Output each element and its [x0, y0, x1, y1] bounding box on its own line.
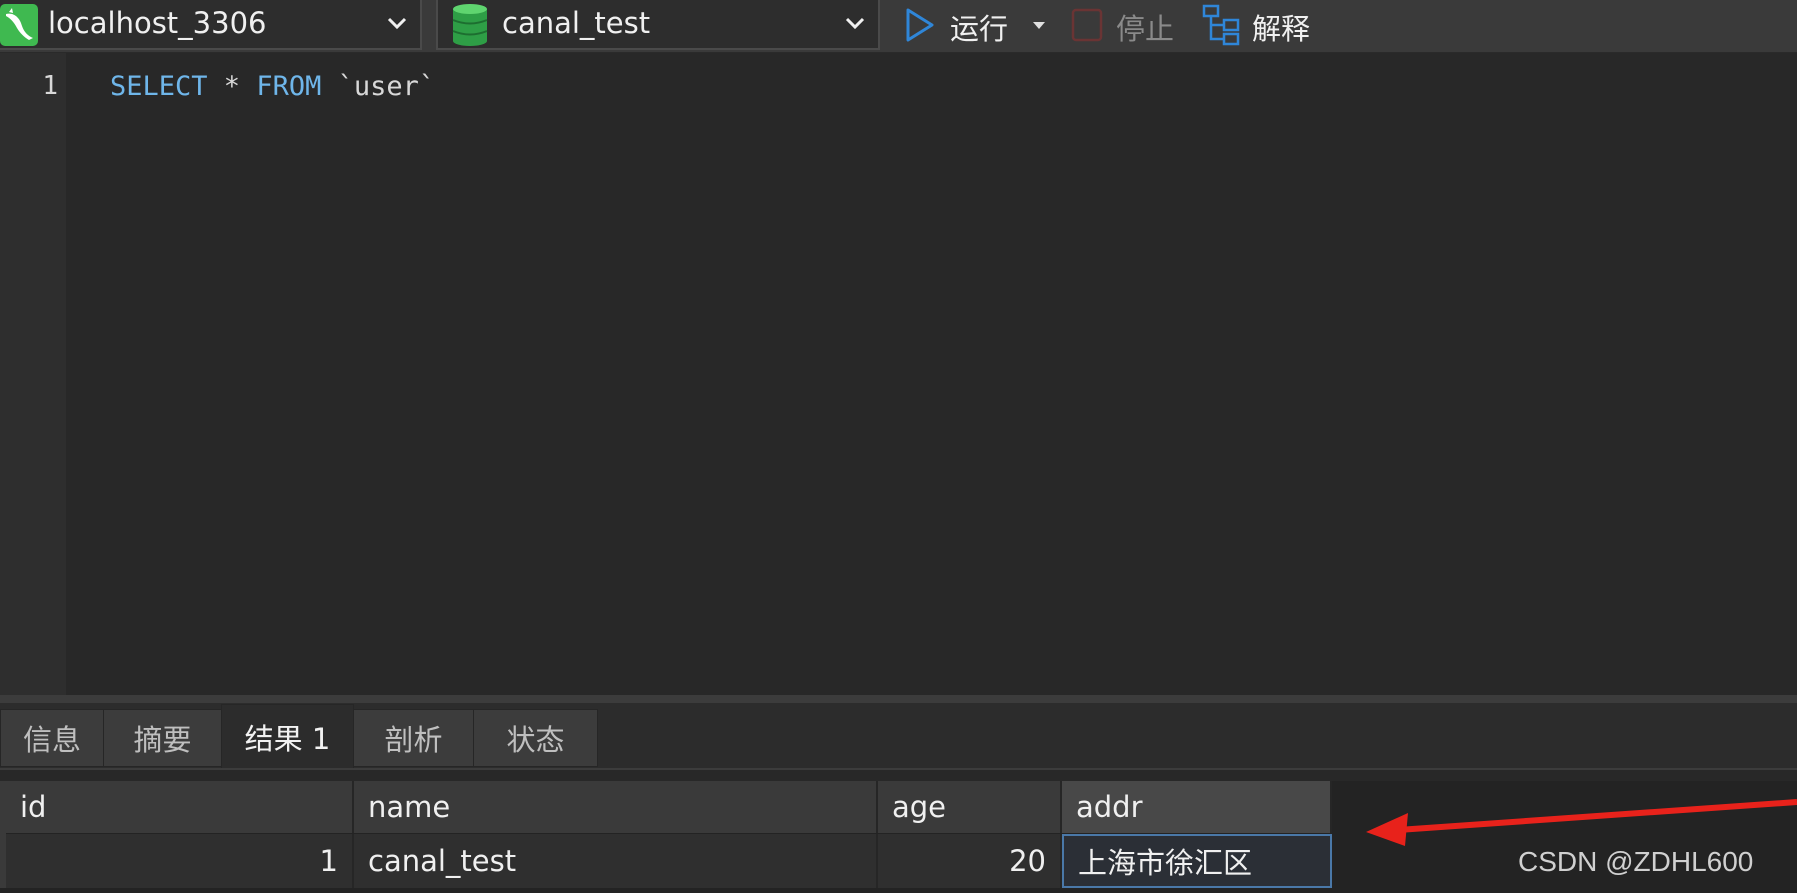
operator-token: *: [207, 71, 257, 102]
code-line[interactable]: SELECT * FROM `user`: [110, 71, 435, 102]
chevron-down-icon: [845, 17, 865, 30]
identifier-token: `user`: [321, 71, 436, 102]
stop-button[interactable]: 停止: [1068, 0, 1180, 50]
database-select[interactable]: canal_test: [436, 0, 880, 50]
explain-label: 解释: [1252, 12, 1311, 46]
chevron-down-icon: [387, 17, 407, 30]
play-icon: [906, 8, 934, 42]
run-label: 运行: [950, 12, 1009, 46]
annotation-arrow: [1366, 799, 1797, 846]
tab-info[interactable]: 信息: [0, 709, 104, 767]
column-header-addr[interactable]: addr: [1062, 781, 1332, 833]
explain-button[interactable]: 解释: [1200, 0, 1320, 50]
tab-status[interactable]: 状态: [473, 709, 598, 767]
sql-query-window: localhost_3306 canal_test 运行 停止 解释 1 SEL…: [0, 0, 1797, 893]
mysql-dolphin-icon: [0, 4, 38, 46]
database-icon: [452, 4, 488, 46]
column-header-name[interactable]: name: [354, 781, 878, 833]
query-toolbar: localhost_3306 canal_test 运行 停止 解释: [0, 0, 1797, 53]
table-cell-name[interactable]: canal_test: [354, 834, 878, 888]
column-header-id[interactable]: id: [6, 781, 354, 833]
result-tabs: 信息 摘要 结果 1 剖析 状态: [0, 703, 1797, 770]
line-number: 1: [42, 71, 58, 101]
editor-splitter[interactable]: [0, 695, 1797, 703]
tab-profile[interactable]: 剖析: [353, 709, 474, 767]
run-button[interactable]: 运行: [900, 0, 1052, 50]
table-cell-age[interactable]: 20: [878, 834, 1062, 888]
table-cell-addr[interactable]: 上海市徐汇区: [1062, 834, 1332, 888]
connection-label: localhost_3306: [48, 6, 267, 40]
line-number-gutter: 1: [0, 53, 66, 695]
connection-select[interactable]: localhost_3306: [0, 0, 422, 50]
tab-summary[interactable]: 摘要: [103, 709, 222, 767]
keyword-token: SELECT: [110, 71, 208, 102]
caret-down-icon[interactable]: [1032, 20, 1046, 30]
column-header-age[interactable]: age: [878, 781, 1062, 833]
database-label: canal_test: [502, 6, 651, 40]
explain-icon: [1202, 4, 1240, 46]
tab-result-1[interactable]: 结果 1: [221, 704, 354, 768]
stop-icon: [1071, 8, 1103, 42]
stop-label: 停止: [1116, 12, 1175, 46]
watermark-text: CSDN @ZDHL600: [1518, 846, 1754, 877]
table-cell-id[interactable]: 1: [6, 834, 354, 888]
keyword-token: FROM: [256, 71, 322, 102]
sql-editor[interactable]: 1 SELECT * FROM `user`: [0, 53, 1797, 695]
